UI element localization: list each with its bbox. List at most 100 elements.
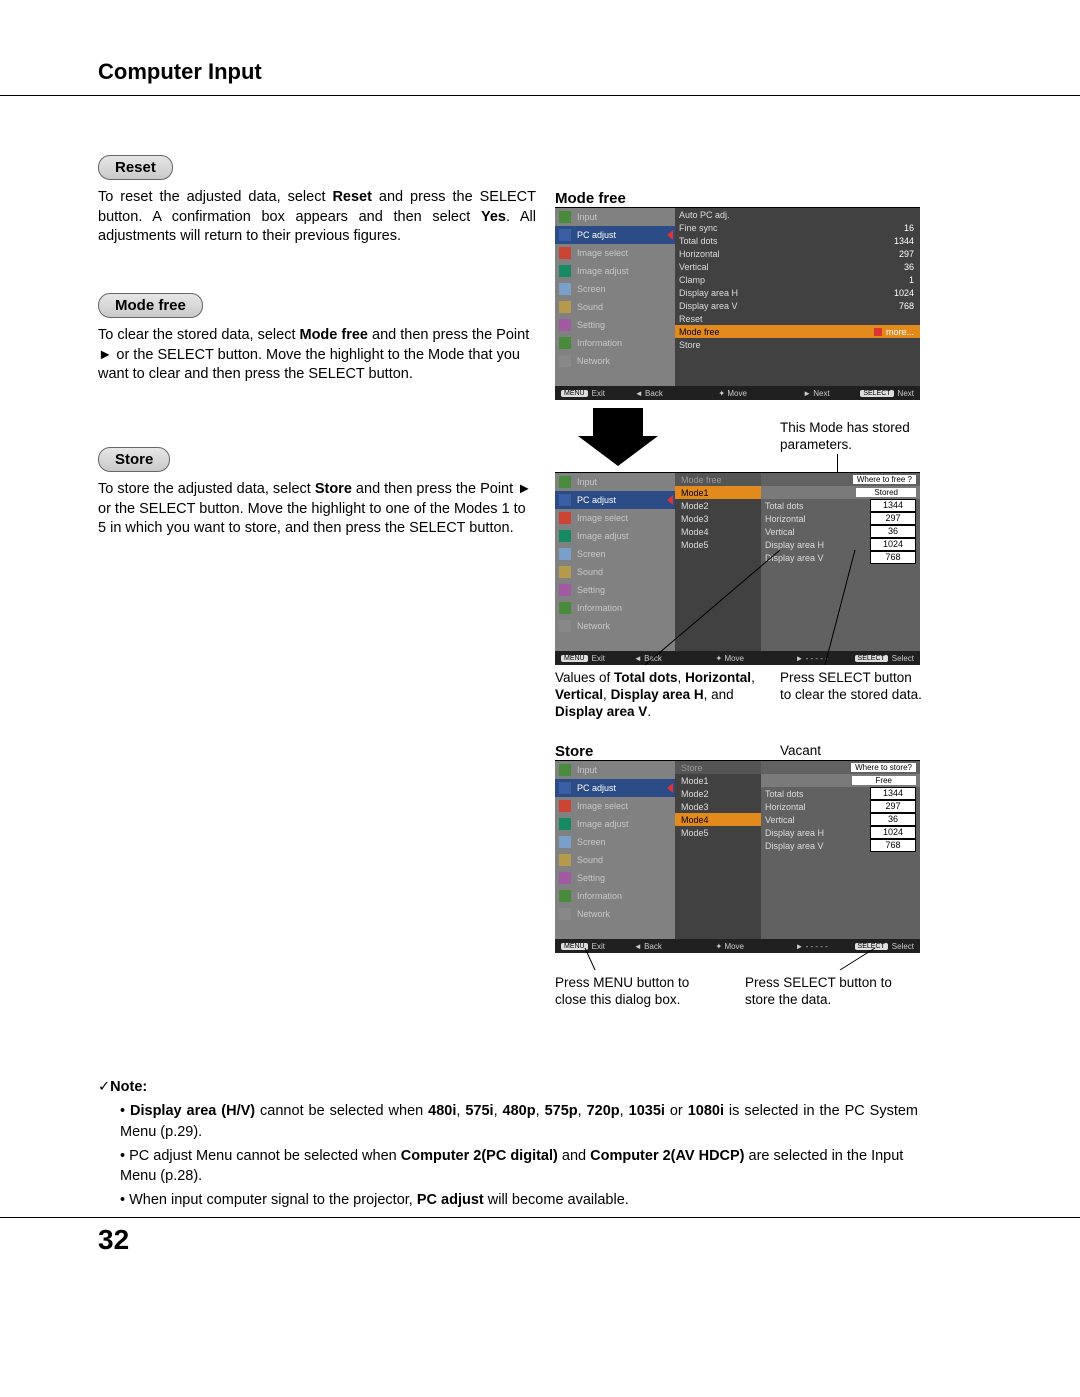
i (559, 548, 571, 560)
t: 720p (587, 1103, 620, 1119)
t: To clear the stored data, select (98, 327, 300, 343)
t: Yes (481, 209, 506, 225)
menu-image-adjust[interactable]: Image adjust (555, 815, 675, 833)
h: Mode free (675, 473, 761, 486)
l: Display area V (761, 553, 870, 563)
menu-screen[interactable]: Screen (555, 280, 675, 298)
l: Display area H (761, 540, 870, 550)
t: 575i (465, 1103, 493, 1119)
menu-image-adjust[interactable]: Image adjust (555, 527, 675, 545)
info-icon (559, 337, 571, 349)
chevron-icon (667, 230, 673, 240)
l: Vertical (761, 527, 870, 537)
menu-pc-adjust[interactable]: PC adjust (555, 779, 675, 797)
l: Screen (577, 284, 606, 294)
t: , (536, 1103, 545, 1119)
osd1-modefree-row[interactable]: Mode freemore... (675, 325, 920, 338)
menu-image-select[interactable]: Image select (555, 244, 675, 262)
menu-key: MENU (561, 390, 588, 397)
page-number: 32 (98, 1224, 129, 1256)
arrow-icon (874, 328, 882, 336)
menu-key: MENU (561, 655, 588, 662)
mode1-row[interactable]: Mode1 (675, 486, 761, 499)
i (559, 476, 571, 488)
menu-information[interactable]: Information (555, 887, 675, 905)
l: Image adjust (577, 531, 629, 541)
t: , (678, 670, 686, 685)
mode5-row[interactable]: Mode5 (675, 538, 761, 551)
mode2-row[interactable]: Mode2 (675, 499, 761, 512)
osd1-params: Auto PC adj. Fine sync16 Total dots1344 … (675, 208, 920, 386)
menu-screen[interactable]: Screen (555, 545, 675, 563)
menu-pc-adjust[interactable]: PC adjust (555, 491, 675, 509)
i (559, 782, 571, 794)
i (559, 800, 571, 812)
mode3-row[interactable]: Mode3 (675, 512, 761, 525)
menu-sound[interactable]: Sound (555, 563, 675, 581)
select-key: SELECT (855, 943, 888, 950)
v: 297 (870, 800, 916, 813)
l: Image select (577, 801, 628, 811)
t: , (751, 670, 755, 685)
store-heading: Store (98, 447, 170, 472)
mode3-row[interactable]: Mode3 (675, 800, 761, 813)
mode4-row[interactable]: Mode4 (675, 525, 761, 538)
callout-values: Values of Total dots, Horizontal, Vertic… (555, 670, 765, 721)
menu-information[interactable]: Information (555, 599, 675, 617)
f: Move (724, 942, 744, 951)
osd-modefree-2: Input PC adjust Image select Image adjus… (555, 472, 920, 665)
f: - - - - - (806, 942, 828, 951)
t: Display area H (611, 687, 704, 702)
menu-network[interactable]: Network (555, 617, 675, 635)
l: Sound (577, 567, 603, 577)
menu-setting[interactable]: Setting (555, 581, 675, 599)
menu-image-select[interactable]: Image select (555, 509, 675, 527)
menu-screen[interactable]: Screen (555, 833, 675, 851)
t: Total dots (614, 670, 678, 685)
osd3-sidebar: Input PC adjust Image select Image adjus… (555, 761, 675, 953)
menu-pc-adjust[interactable]: PC adjust (555, 226, 675, 244)
i (559, 494, 571, 506)
l: Mode free (675, 327, 874, 337)
t: To store the adjusted data, select (98, 481, 315, 497)
menu-sound[interactable]: Sound (555, 851, 675, 869)
i (559, 530, 571, 542)
l: Screen (577, 549, 606, 559)
v: 1344 (874, 236, 920, 246)
l: Display area V (675, 301, 874, 311)
mode5-row[interactable]: Mode5 (675, 826, 761, 839)
v: 36 (870, 525, 916, 538)
menu-information[interactable]: Information (555, 334, 675, 352)
menu-setting[interactable]: Setting (555, 316, 675, 334)
setting-icon (559, 319, 571, 331)
f: Next (813, 389, 829, 398)
menu-input[interactable]: Input (555, 208, 675, 226)
menu-network[interactable]: Network (555, 352, 675, 370)
l: Setting (577, 873, 605, 883)
mode4-row[interactable]: Mode4 (675, 813, 761, 826)
osd-sidebar: Input PC adjust Image select Image adjus… (555, 208, 675, 400)
menu-image-adjust[interactable]: Image adjust (555, 262, 675, 280)
pc-icon (559, 229, 571, 241)
menu-sound[interactable]: Sound (555, 298, 675, 316)
l: Display area H (675, 288, 874, 298)
t: Computer 2(PC digital) (401, 1148, 558, 1164)
menu-input[interactable]: Input (555, 473, 675, 491)
menu-key: MENU (561, 943, 588, 950)
mode1-row[interactable]: Mode1 (675, 774, 761, 787)
menu-image-select[interactable]: Image select (555, 797, 675, 815)
osd3-footer: MENUExit ◄ Back ✦ Move ► - - - - - SELEC… (555, 939, 920, 953)
menu-network[interactable]: Network (555, 905, 675, 923)
l: Input (577, 212, 597, 222)
q: Where to store? (851, 763, 916, 772)
i (559, 566, 571, 578)
store-osd-title: Store (555, 743, 593, 760)
menu-setting[interactable]: Setting (555, 869, 675, 887)
osd-modefree-1: Input PC adjust Image select Image adjus… (555, 207, 920, 400)
menu-input[interactable]: Input (555, 761, 675, 779)
q: Where to free ? (853, 475, 916, 484)
chevron-icon (667, 495, 673, 505)
f: Exit (592, 389, 605, 398)
f: - - - - - (806, 654, 828, 663)
mode2-row[interactable]: Mode2 (675, 787, 761, 800)
